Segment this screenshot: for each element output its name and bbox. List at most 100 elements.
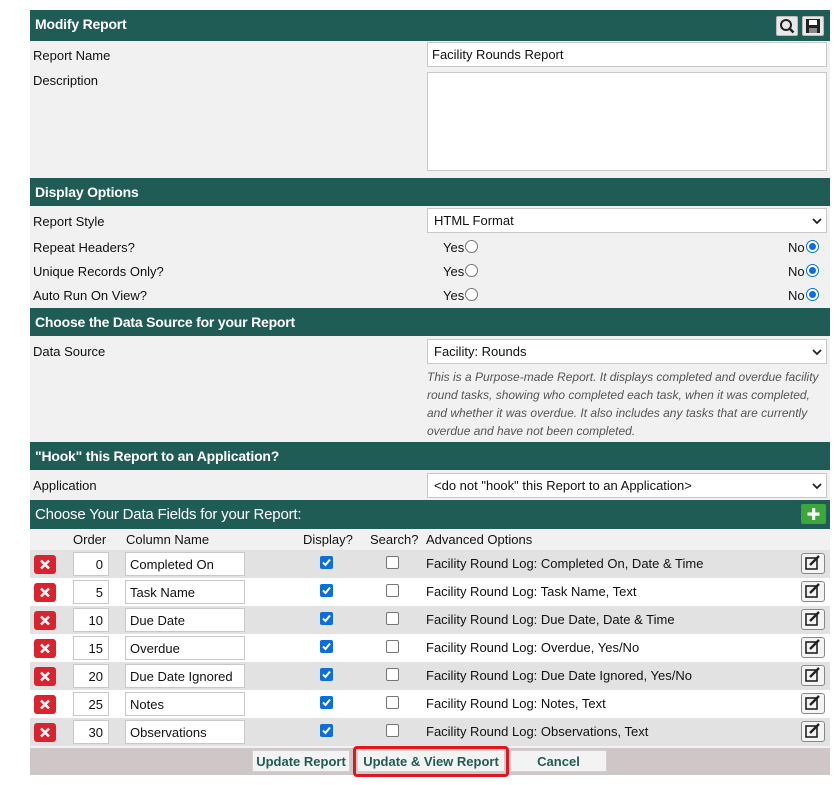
display-checkbox[interactable]	[320, 724, 333, 737]
data-source-header: Choose the Data Source for your Report	[30, 308, 830, 336]
auto-run-no[interactable]: No	[788, 288, 819, 303]
modify-report-panel: Modify Report Report Name Facility Round…	[30, 10, 830, 777]
table-row: 0 Completed On Facility Round Log: Complet…	[30, 550, 830, 578]
no-label: No	[788, 264, 805, 279]
close-icon	[40, 727, 50, 738]
column-name-header: Column Name	[126, 532, 210, 547]
display-checkbox[interactable]	[320, 612, 333, 625]
display-checkbox[interactable]	[320, 696, 333, 709]
edit-icon	[805, 555, 820, 570]
unique-records-yes[interactable]: Yes	[443, 264, 479, 279]
order-input[interactable]: 5	[73, 580, 109, 604]
delete-field-button[interactable]	[34, 555, 56, 574]
edit-field-button[interactable]	[801, 721, 825, 742]
column-name-input[interactable]: Completed On	[125, 552, 245, 576]
checkmark-icon	[322, 586, 331, 595]
report-style-value: HTML Format	[434, 213, 514, 228]
application-select[interactable]: <do not "hook" this Report to an Applica…	[427, 473, 827, 498]
advanced-options-header: Advanced Options	[426, 532, 533, 547]
delete-field-button[interactable]	[34, 695, 56, 714]
edit-field-button[interactable]	[801, 609, 825, 630]
order-input[interactable]: 15	[73, 636, 109, 660]
repeat-headers-no-radio[interactable]	[805, 240, 819, 253]
auto-run-yes[interactable]: Yes	[443, 288, 479, 303]
order-input[interactable]: 0	[73, 552, 109, 576]
column-name-input[interactable]: Notes	[125, 692, 245, 716]
hook-header: "Hook" this Report to an Application?	[30, 442, 830, 470]
column-name-input[interactable]: Task Name	[125, 580, 245, 604]
edit-field-button[interactable]	[801, 553, 825, 574]
advanced-options-text: Facility Round Log: Observations, Text	[426, 724, 649, 739]
column-name-input[interactable]: Observations	[125, 720, 245, 744]
column-name-input[interactable]: Overdue	[125, 636, 245, 660]
order-column-header: Order	[73, 532, 107, 547]
data-source-select[interactable]: Facility: Rounds	[427, 339, 827, 364]
delete-field-button[interactable]	[34, 583, 56, 602]
order-input[interactable]: 25	[73, 692, 109, 716]
column-name-input[interactable]: Due Date Ignored	[125, 664, 245, 688]
advanced-options-text: Facility Round Log: Completed On, Date &…	[426, 556, 704, 571]
unique-records-no[interactable]: No	[788, 264, 819, 279]
column-name-input[interactable]: Due Date	[125, 608, 245, 632]
order-input[interactable]: 20	[73, 664, 109, 688]
repeat-headers-yes[interactable]: Yes	[443, 240, 479, 255]
display-checkbox[interactable]	[320, 556, 333, 569]
advanced-options-text: Facility Round Log: Notes, Text	[426, 696, 606, 711]
advanced-options-text: Facility Round Log: Task Name, Text	[426, 584, 637, 599]
report-name-input[interactable]: Facility Rounds Report	[427, 42, 827, 67]
cancel-button[interactable]: Cancel	[510, 750, 607, 772]
edit-icon	[805, 583, 820, 598]
display-checkbox[interactable]	[320, 668, 333, 681]
search-checkbox[interactable]	[386, 668, 399, 681]
search-checkbox[interactable]	[386, 584, 399, 597]
advanced-options-text: Facility Round Log: Overdue, Yes/No	[426, 640, 640, 655]
description-textarea[interactable]	[427, 72, 827, 171]
auto-run-yes-radio[interactable]	[465, 288, 479, 301]
checkmark-icon	[322, 558, 331, 567]
edit-field-button[interactable]	[801, 693, 825, 714]
search-button[interactable]	[776, 16, 798, 36]
close-icon	[40, 615, 50, 626]
add-field-button[interactable]	[801, 504, 826, 524]
search-checkbox[interactable]	[386, 724, 399, 737]
chevron-down-icon	[812, 483, 822, 490]
highlight-box	[353, 746, 509, 777]
data-fields-header: Choose Your Data Fields for your Report:	[30, 500, 830, 529]
search-icon	[780, 19, 795, 34]
save-button[interactable]	[802, 16, 824, 36]
unique-records-yes-radio[interactable]	[465, 264, 479, 277]
edit-field-button[interactable]	[801, 665, 825, 686]
repeat-headers-label: Repeat Headers?	[33, 240, 135, 255]
no-label: No	[788, 240, 805, 255]
search-checkbox[interactable]	[386, 556, 399, 569]
delete-field-button[interactable]	[34, 667, 56, 686]
auto-run-no-radio[interactable]	[805, 288, 819, 301]
table-row: 10 Due Date Facility Round Log: Due Date, …	[30, 606, 830, 634]
display-checkbox[interactable]	[320, 640, 333, 653]
repeat-headers-yes-radio[interactable]	[465, 240, 479, 253]
repeat-headers-no[interactable]: No	[788, 240, 819, 255]
order-input[interactable]: 10	[73, 608, 109, 632]
plus-icon	[807, 508, 820, 520]
update-report-button[interactable]: Update Report	[252, 750, 350, 772]
delete-field-button[interactable]	[34, 723, 56, 742]
edit-icon	[805, 723, 820, 738]
edit-field-button[interactable]	[801, 637, 825, 658]
report-name-label: Report Name	[33, 48, 111, 63]
panel-header: Modify Report	[30, 10, 830, 41]
edit-field-button[interactable]	[801, 581, 825, 602]
report-style-select[interactable]: HTML Format	[427, 208, 827, 233]
search-checkbox[interactable]	[386, 612, 399, 625]
display-checkbox[interactable]	[320, 584, 333, 597]
delete-field-button[interactable]	[34, 639, 56, 658]
order-input[interactable]: 30	[73, 720, 109, 744]
data-source-title: Choose the Data Source for your Report	[35, 314, 295, 330]
data-source-label: Data Source	[33, 344, 106, 359]
form-footer: Update Report Update & View Report Cance…	[30, 746, 830, 777]
search-checkbox[interactable]	[386, 640, 399, 653]
delete-field-button[interactable]	[34, 611, 56, 630]
search-checkbox[interactable]	[386, 696, 399, 709]
display-options-title: Display Options	[35, 184, 139, 200]
data-source-description: This is a Purpose-made Report. It displa…	[427, 370, 819, 438]
unique-records-no-radio[interactable]	[805, 264, 819, 277]
